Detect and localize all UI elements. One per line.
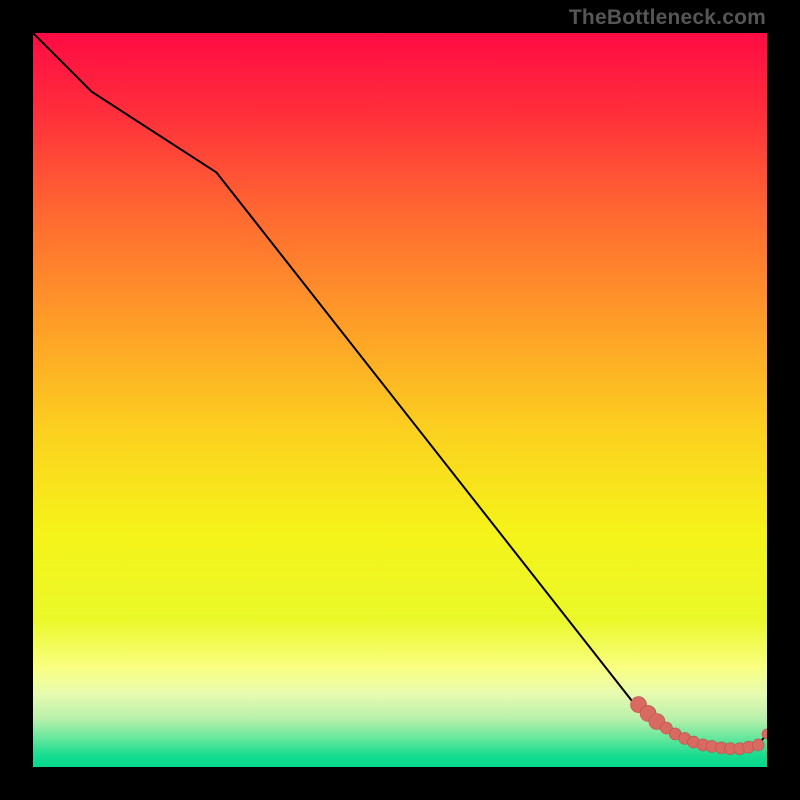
watermark-text: TheBottleneck.com (569, 6, 766, 30)
gradient-bg (33, 33, 767, 767)
bottleneck-chart (33, 33, 767, 767)
chart-container: TheBottleneck.com (0, 0, 800, 800)
tail-marker (752, 739, 764, 751)
